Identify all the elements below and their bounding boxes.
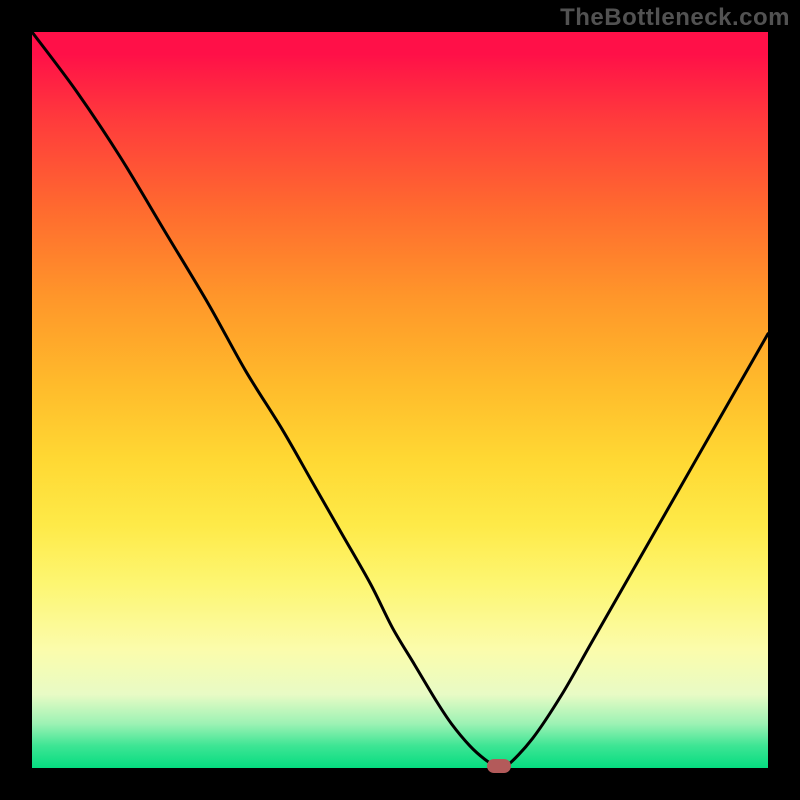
minimum-marker-icon: [487, 759, 511, 773]
watermark-text: TheBottleneck.com: [560, 4, 790, 32]
chart-frame: TheBottleneck.com: [0, 0, 800, 800]
bottleneck-curve: [32, 32, 768, 768]
